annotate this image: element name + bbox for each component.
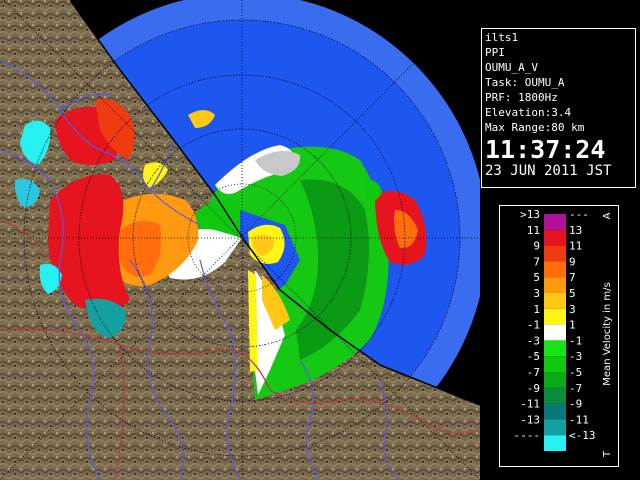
legend-label-left: -7 <box>527 366 540 379</box>
legend-label-right: 5 <box>569 287 576 300</box>
prf-value: PRF: 1800Hz <box>485 91 558 104</box>
radar-ppi-map[interactable] <box>0 0 480 480</box>
legend-canvas: >13 ---11 139 117 95 73 51 3-1 1-3 -1-5 -3-7 -5-9 -7… <box>514 208 614 458</box>
legend-swatch <box>544 387 566 404</box>
legend-label-right: -5 <box>569 366 582 379</box>
legend-swatch <box>544 308 566 325</box>
legend-swatch <box>544 261 566 278</box>
scan-info-panel: ilts1 PPI OUMU_A_V Task: OUMU_A PRF: 180… <box>481 28 636 188</box>
task-name: Task: OUMU_A <box>485 76 565 89</box>
legend-label-left: -3 <box>527 334 540 347</box>
legend-top-marker: A <box>602 212 613 219</box>
legend-title: Mean Velocity in m/s <box>602 282 613 385</box>
product-name: OUMU_A_V <box>485 61 538 74</box>
legend-swatch <box>544 435 566 451</box>
legend-label-left: -5 <box>527 350 540 363</box>
legend-label-right: --- <box>569 208 589 221</box>
legend-label-right: <-13 <box>569 429 596 442</box>
legend-bottom-marker: T <box>602 450 613 458</box>
radar-map-canvas <box>0 0 480 480</box>
legend-label-right: 9 <box>569 255 576 268</box>
elevation-value: Elevation:3.4 <box>485 106 572 119</box>
legend-label-right: -7 <box>569 382 582 395</box>
legend-swatch <box>544 356 566 372</box>
legend-label-left: -11 <box>520 398 540 411</box>
legend-label-left: 7 <box>533 255 540 268</box>
velocity-legend: >13 --- 11 13 9 11 7 9 5 7 3 5 1 3 -1 1 -3 -1 -5 -3 -7 -5 -9 -7… <box>499 205 619 467</box>
legend-label-left: -1 <box>527 319 540 332</box>
legend-label-left: 5 <box>533 271 540 284</box>
legend-swatch <box>544 340 566 357</box>
legend-label-left: ---- <box>514 429 541 442</box>
legend-swatch <box>544 372 566 388</box>
legend-label-right: -11 <box>569 413 589 426</box>
legend-label-right: 3 <box>569 303 576 316</box>
legend-label-right: 13 <box>569 224 582 237</box>
legend-swatch <box>544 245 566 262</box>
site-name: ilts1 <box>485 31 519 44</box>
legend-swatch <box>544 403 566 420</box>
legend-swatch <box>544 324 566 341</box>
scan-type: PPI <box>485 46 505 59</box>
legend-label-right: 11 <box>569 240 582 253</box>
legend-swatch <box>544 293 566 309</box>
scan-time: 11:37:24 <box>485 135 606 164</box>
legend-label-right: -3 <box>569 350 582 363</box>
legend-label-left: -9 <box>527 382 540 395</box>
legend-swatch <box>544 277 566 293</box>
legend-label-left: 1 <box>533 303 540 316</box>
legend-swatch <box>544 229 566 246</box>
scan-date: 23 JUN 2011 JST <box>485 163 612 179</box>
legend-label-left: -13 <box>520 413 540 426</box>
legend-label-right: 1 <box>569 319 576 332</box>
legend-label-right: -1 <box>569 334 582 347</box>
legend-label-right: 7 <box>569 271 576 284</box>
legend-swatch <box>544 214 566 230</box>
legend-swatch <box>544 419 566 436</box>
legend-label-left: 11 <box>527 224 540 237</box>
legend-label-right: -9 <box>569 398 582 411</box>
max-range-value: Max Range:80 km <box>485 121 585 134</box>
legend-label-left: 9 <box>533 240 540 253</box>
legend-label-left: 3 <box>533 287 540 300</box>
legend-label-left: >13 <box>520 208 540 221</box>
